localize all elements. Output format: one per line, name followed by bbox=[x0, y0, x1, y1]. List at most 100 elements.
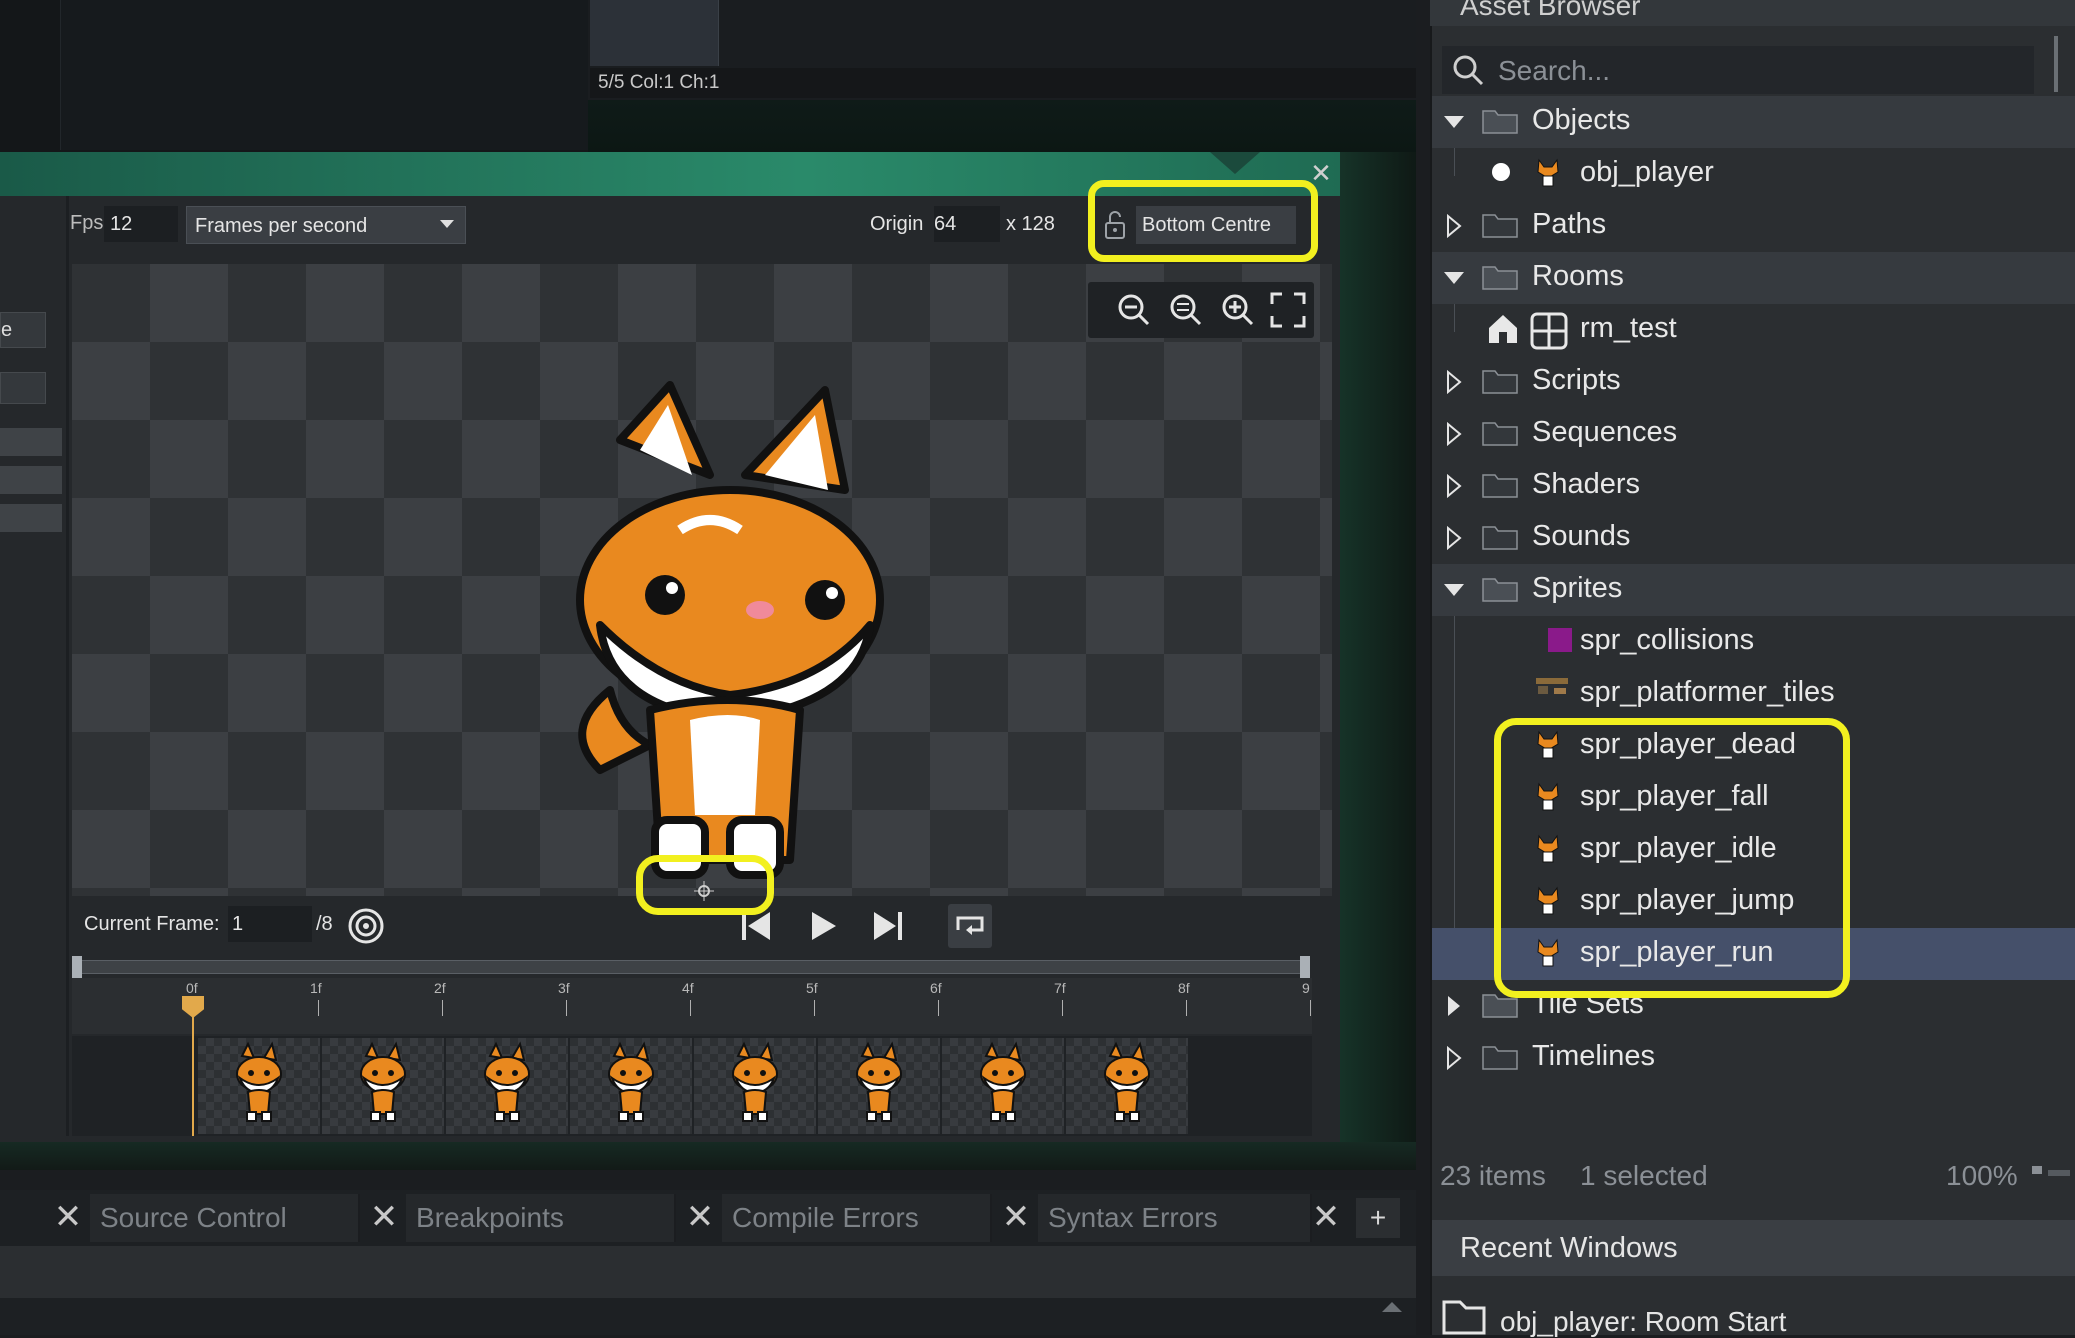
frame-thumbnail[interactable] bbox=[818, 1038, 940, 1134]
last-frame-icon[interactable] bbox=[866, 904, 910, 948]
fps-input[interactable]: 12 bbox=[104, 206, 178, 242]
caret-right-icon[interactable] bbox=[1442, 1046, 1466, 1070]
zoom-slider-handle[interactable] bbox=[2032, 1166, 2042, 1174]
left-panel-button[interactable] bbox=[0, 428, 62, 456]
scrubber-start-handle[interactable] bbox=[72, 956, 82, 978]
play-icon[interactable] bbox=[800, 904, 844, 948]
search-input[interactable] bbox=[1496, 50, 2020, 92]
scroll-up-icon[interactable] bbox=[1382, 1302, 1402, 1312]
frame-thumbnail[interactable] bbox=[942, 1038, 1064, 1134]
close-icon[interactable]: ✕ bbox=[50, 1197, 86, 1237]
timeline-tick bbox=[1062, 1000, 1063, 1016]
tree-item-obj-player[interactable] bbox=[1432, 148, 2075, 200]
folder-icon bbox=[1482, 370, 1518, 394]
scrubber-end-handle[interactable] bbox=[1300, 956, 1310, 978]
folder-icon bbox=[1482, 266, 1518, 290]
left-panel-button[interactable] bbox=[0, 466, 62, 494]
recent-windows-header[interactable]: Recent Windows bbox=[1432, 1220, 2075, 1276]
highlight-annotation bbox=[1088, 180, 1318, 262]
fox-sprite-icon bbox=[856, 1041, 902, 1122]
add-tab-button[interactable]: + bbox=[1356, 1198, 1400, 1238]
open-indicator-icon bbox=[1492, 163, 1510, 181]
fit-screen-icon[interactable] bbox=[1268, 290, 1308, 330]
timeline-tick bbox=[690, 1000, 691, 1016]
frame-thumbnail[interactable] bbox=[1066, 1038, 1188, 1134]
tab-source-control[interactable]: Source Control bbox=[90, 1194, 360, 1242]
fox-sprite-icon bbox=[980, 1041, 1026, 1122]
tree-folder-objects[interactable] bbox=[1432, 96, 2075, 148]
search-icon bbox=[1453, 55, 1484, 86]
tree-item-rm-test[interactable] bbox=[1432, 304, 2075, 356]
object-icon bbox=[1442, 1300, 1486, 1335]
workspace-background-bottom bbox=[0, 1142, 1416, 1170]
asset-browser-zoom: 100% bbox=[1946, 1160, 2018, 1191]
tab-syntax-errors[interactable]: Syntax Errors bbox=[1038, 1194, 1312, 1242]
tree-label-sequences: Sequences bbox=[1532, 416, 1678, 448]
loop-icon[interactable] bbox=[948, 904, 992, 948]
tree-folder-shaders[interactable] bbox=[1432, 460, 2075, 512]
asset-browser-scrollbar[interactable] bbox=[2054, 36, 2058, 92]
timeline-tick-label: 1f bbox=[310, 980, 322, 996]
item-count: 23 items bbox=[1440, 1160, 1546, 1191]
recent-window-item[interactable]: obj_player: Room Start bbox=[1500, 1306, 1786, 1338]
current-frame-input[interactable]: 1 bbox=[228, 906, 312, 942]
zoom-in-icon[interactable] bbox=[1218, 290, 1258, 330]
frame-thumbnail[interactable] bbox=[446, 1038, 568, 1134]
fps-mode-dropdown[interactable]: Frames per second bbox=[186, 206, 466, 244]
origin-point-marker[interactable] bbox=[694, 881, 714, 901]
code-minimap[interactable] bbox=[590, 0, 719, 66]
chevron-down-icon[interactable] bbox=[440, 220, 454, 228]
fox-sprite-icon bbox=[484, 1041, 530, 1122]
folder-icon bbox=[1482, 526, 1518, 550]
panel-divider[interactable] bbox=[66, 196, 69, 1136]
left-panel-button[interactable] bbox=[0, 504, 62, 532]
fox-sprite-icon bbox=[608, 1041, 654, 1122]
caret-right-icon[interactable] bbox=[1442, 214, 1466, 238]
tree-folder-sprites[interactable] bbox=[1432, 564, 2075, 616]
tab-compile-errors[interactable]: Compile Errors bbox=[722, 1194, 992, 1242]
caret-right-icon[interactable] bbox=[1442, 474, 1466, 498]
tree-folder-scripts[interactable] bbox=[1432, 356, 2075, 408]
zoom-out-icon[interactable] bbox=[1114, 290, 1154, 330]
frame-thumbnail[interactable] bbox=[322, 1038, 444, 1134]
origin-y-input[interactable]: x 128 bbox=[1006, 213, 1055, 236]
caret-right-icon[interactable] bbox=[1442, 994, 1466, 1018]
close-icon[interactable]: ✕ bbox=[1308, 160, 1334, 186]
tab-breakpoints[interactable]: Breakpoints bbox=[406, 1194, 676, 1242]
frame-thumbnail[interactable] bbox=[198, 1038, 320, 1134]
tree-folder-rooms[interactable] bbox=[1432, 252, 2075, 304]
close-icon[interactable]: ✕ bbox=[1308, 1197, 1344, 1237]
zoom-reset-icon[interactable] bbox=[1166, 290, 1206, 330]
selected-count: 1 selected bbox=[1580, 1160, 1708, 1191]
caret-down-icon[interactable] bbox=[1442, 266, 1466, 290]
onion-skin-icon[interactable] bbox=[346, 906, 386, 946]
caret-right-icon[interactable] bbox=[1442, 422, 1466, 446]
caret-right-icon[interactable] bbox=[1442, 526, 1466, 550]
tree-folder-timelines[interactable] bbox=[1432, 1032, 2075, 1084]
caret-right-icon[interactable] bbox=[1442, 370, 1466, 394]
caret-down-icon[interactable] bbox=[1442, 110, 1466, 134]
tree-folder-sequences[interactable] bbox=[1432, 408, 2075, 460]
frame-thumbnail[interactable] bbox=[570, 1038, 692, 1134]
zoom-slider[interactable] bbox=[2048, 1170, 2070, 1176]
collision-swatch-icon bbox=[1548, 628, 1572, 652]
origin-label: Origin bbox=[870, 213, 924, 235]
close-icon[interactable]: ✕ bbox=[998, 1197, 1034, 1237]
fox-sprite-icon bbox=[236, 1041, 282, 1122]
origin-x-input[interactable]: 64 bbox=[934, 206, 1000, 242]
frame-thumbnail[interactable] bbox=[694, 1038, 816, 1134]
timeline-scrubber[interactable] bbox=[76, 960, 1304, 974]
timeline-tick bbox=[318, 1000, 319, 1016]
folder-icon bbox=[1482, 1046, 1518, 1070]
close-icon[interactable]: ✕ bbox=[682, 1197, 718, 1237]
tree-label-shaders: Shaders bbox=[1532, 468, 1641, 500]
close-icon[interactable]: ✕ bbox=[366, 1197, 402, 1237]
highlight-annotation bbox=[1494, 718, 1850, 998]
tree-folder-paths[interactable] bbox=[1432, 200, 2075, 252]
tree-folder-sounds[interactable] bbox=[1432, 512, 2075, 564]
left-panel-field[interactable] bbox=[0, 372, 46, 404]
caret-down-icon[interactable] bbox=[1442, 578, 1466, 602]
left-panel-field[interactable]: e bbox=[0, 312, 46, 348]
tree-label-rm-test: rm_test bbox=[1580, 312, 1677, 344]
timeline-tick-label: 0f bbox=[186, 980, 198, 996]
